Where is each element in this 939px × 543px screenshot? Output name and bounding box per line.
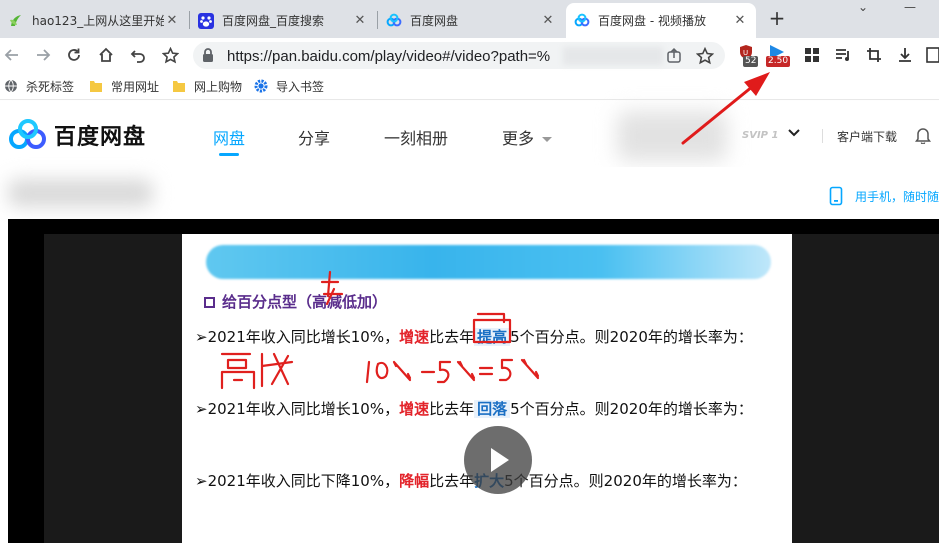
shield-badge: 52 xyxy=(743,56,759,67)
nav-more-label: 更多 xyxy=(502,129,535,148)
tab-title: 百度网盘_百度搜索 xyxy=(222,14,325,28)
playlist-icon[interactable] xyxy=(831,43,855,67)
globe-icon xyxy=(4,79,18,93)
file-info-bar: 用手机，随时随 xyxy=(0,167,939,219)
minimize-icon[interactable]: — xyxy=(899,0,921,18)
address-bar[interactable]: https://pan.baidu.com/play/video#/video?… xyxy=(193,42,725,69)
bookmark-item[interactable]: 导入书签 xyxy=(254,78,324,94)
bookmark-label: 常用网址 xyxy=(111,79,160,94)
bell-icon[interactable] xyxy=(915,126,931,147)
client-download-link[interactable]: 客户端下载 xyxy=(837,128,897,145)
gear-icon xyxy=(254,79,268,93)
apps-grid-icon[interactable] xyxy=(800,43,824,67)
bookmark-folder[interactable]: 网上购物 xyxy=(172,78,242,94)
crop-icon[interactable] xyxy=(862,43,886,67)
baidu-pan-icon xyxy=(386,13,402,29)
baidu-paw-icon xyxy=(198,12,214,29)
svip-badge: SVIP 1 xyxy=(742,130,779,141)
pan-header: 百度网盘 网盘 分享 一刻相册 更多 SVIP 1 客户端下载 xyxy=(0,101,939,167)
caret-down-icon xyxy=(542,137,553,142)
chevron-down-icon[interactable]: ⌄ xyxy=(852,0,874,18)
reload-icon[interactable] xyxy=(62,43,86,67)
shield-extension-icon[interactable]: U 52 xyxy=(738,44,760,67)
chevron-down-icon[interactable] xyxy=(787,127,801,141)
panel-icon[interactable] xyxy=(921,43,939,67)
nav-more[interactable]: 更多 xyxy=(502,125,553,149)
nav-netdisk[interactable]: 网盘 xyxy=(213,125,245,149)
close-icon[interactable]: ✕ xyxy=(164,13,180,29)
tab-baidu-search[interactable]: 百度网盘_百度搜索 ✕ xyxy=(190,3,376,38)
download-icon[interactable] xyxy=(893,43,917,67)
mobile-watch-link[interactable]: 用手机，随时随 xyxy=(829,186,939,206)
star-icon[interactable] xyxy=(158,43,182,67)
url-redacted xyxy=(563,47,663,65)
close-icon[interactable]: ✕ xyxy=(540,13,556,29)
tab-video-play[interactable]: 百度网盘 - 视频播放 ✕ xyxy=(566,3,756,38)
bookmark-label: 网上购物 xyxy=(194,79,243,94)
hao123-icon xyxy=(8,13,24,29)
baidu-pan-icon xyxy=(574,13,590,29)
bookmark-star-icon[interactable] xyxy=(695,46,715,65)
user-avatar-redacted[interactable] xyxy=(617,111,727,161)
video-frame-slide: 给百分点型（高减低加） ➢2021年收入同比增长10%，增速比去年 提高 5个百分点… xyxy=(182,234,792,543)
handwriting-annotation xyxy=(220,270,540,390)
bookmark-item[interactable]: 杀死标签 xyxy=(4,78,74,94)
tab-title: hao123_上网从这里开始 xyxy=(32,14,164,28)
bookmarks-bar: 杀死标签 常用网址 网上购物 导入书签 xyxy=(0,72,939,100)
bookmark-label: 导入书签 xyxy=(276,79,325,94)
tab-title: 百度网盘 - 视频播放 xyxy=(598,14,706,28)
undo-icon[interactable] xyxy=(126,43,150,67)
share-icon[interactable] xyxy=(665,47,683,65)
nav-album[interactable]: 一刻相册 xyxy=(384,125,448,149)
bookmark-label: 杀死标签 xyxy=(26,79,75,94)
phone-icon xyxy=(829,186,843,206)
forward-icon[interactable] xyxy=(31,43,55,67)
tab-baidu-pan[interactable]: 百度网盘 ✕ xyxy=(378,3,564,38)
nav-share[interactable]: 分享 xyxy=(298,125,330,149)
new-tab-button[interactable]: + xyxy=(766,8,788,30)
tab-strip: hao123_上网从这里开始 ✕ 百度网盘_百度搜索 ✕ 百度网盘 ✕ 百度网盘… xyxy=(0,0,939,38)
mobile-watch-label: 用手机，随时随 xyxy=(855,189,939,204)
close-icon[interactable]: ✕ xyxy=(352,13,368,29)
folder-icon xyxy=(89,79,103,93)
divider xyxy=(822,129,823,143)
back-icon[interactable] xyxy=(0,43,24,67)
url-text[interactable]: https://pan.baidu.com/play/video#/video?… xyxy=(227,48,555,65)
lock-icon[interactable] xyxy=(202,48,214,65)
browser-toolbar: https://pan.baidu.com/play/video#/video?… xyxy=(0,38,939,72)
logo-text: 百度网盘 xyxy=(54,125,147,150)
close-icon[interactable]: ✕ xyxy=(732,13,748,29)
folder-icon xyxy=(172,79,186,93)
speed-badge: 2.50 xyxy=(766,56,791,67)
baidu-pan-logo-icon xyxy=(9,119,46,149)
tab-hao123[interactable]: hao123_上网从这里开始 ✕ xyxy=(0,3,188,38)
nav-active-indicator xyxy=(219,153,239,156)
file-name-redacted xyxy=(8,179,153,207)
tab-title: 百度网盘 xyxy=(410,14,459,28)
home-icon[interactable] xyxy=(94,43,118,67)
pan-logo[interactable]: 百度网盘 xyxy=(8,118,146,152)
speed-extension-icon[interactable]: 2.50 xyxy=(766,44,791,67)
bookmark-folder[interactable]: 常用网址 xyxy=(89,78,159,94)
play-button[interactable] xyxy=(464,426,532,494)
